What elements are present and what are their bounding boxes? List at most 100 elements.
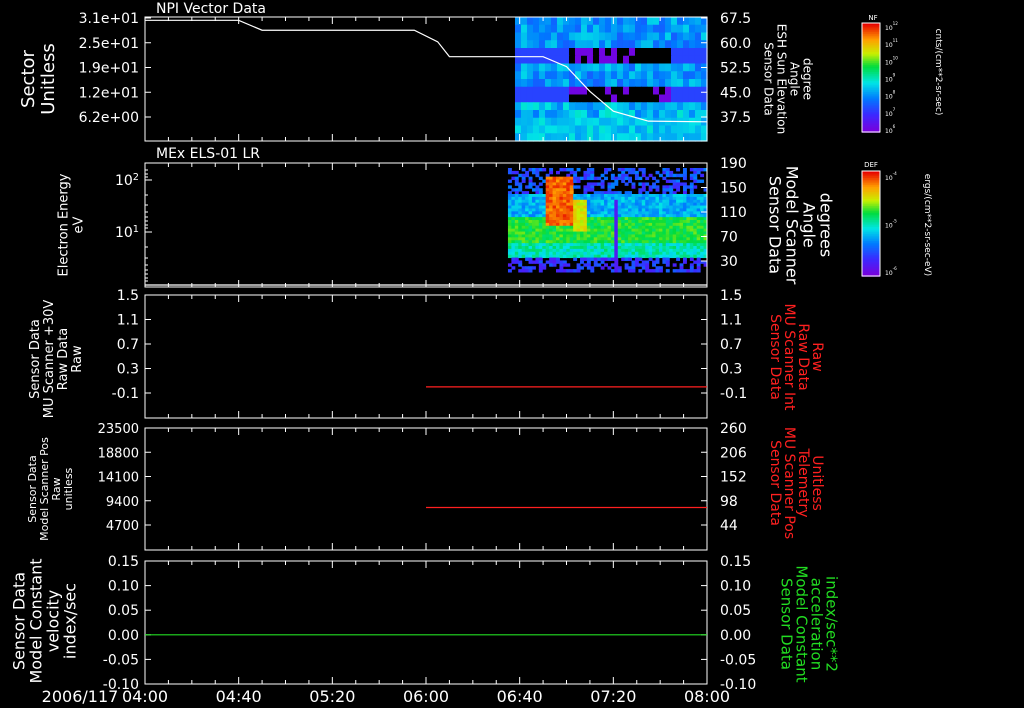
npi-cell bbox=[580, 17, 588, 26]
els-cell bbox=[538, 269, 543, 273]
els-cell bbox=[576, 248, 581, 253]
npi-cell bbox=[526, 17, 534, 26]
npi-cell bbox=[676, 86, 684, 96]
els-cell bbox=[576, 194, 581, 198]
els-cell bbox=[631, 205, 636, 209]
els-cell bbox=[593, 176, 598, 181]
els-cell bbox=[521, 202, 526, 207]
axis-label-line: MU Scanner Pos bbox=[781, 427, 797, 539]
els-cell bbox=[569, 243, 574, 247]
els-cell bbox=[525, 205, 530, 209]
els-cell bbox=[545, 220, 550, 224]
els-cell bbox=[535, 168, 540, 172]
els-cell bbox=[511, 225, 516, 230]
els-cell bbox=[542, 205, 547, 209]
els-cell bbox=[590, 248, 595, 253]
els-cell bbox=[655, 231, 660, 235]
els-cell bbox=[518, 220, 523, 224]
els-cell bbox=[525, 266, 530, 270]
npi-cell bbox=[538, 48, 546, 57]
mu-int-ytick-label: 1.1 bbox=[117, 313, 139, 329]
els-cell bbox=[600, 248, 605, 253]
npi-cell bbox=[580, 48, 588, 57]
els-cell bbox=[511, 202, 516, 207]
els-cell bbox=[597, 211, 602, 215]
els-cell bbox=[559, 234, 564, 238]
els-cell bbox=[542, 263, 547, 267]
els-cell bbox=[545, 217, 550, 221]
els-cell bbox=[628, 217, 633, 221]
els-cell bbox=[556, 199, 560, 204]
els-cell bbox=[590, 211, 595, 215]
els-cell bbox=[583, 196, 588, 201]
els-cell bbox=[521, 248, 526, 253]
els-cell bbox=[528, 194, 533, 198]
els-cell bbox=[597, 194, 602, 198]
els-cell bbox=[576, 222, 581, 227]
axis-label-line: Sensor Data bbox=[767, 314, 783, 400]
model-rtick-label: 0.00 bbox=[720, 628, 751, 644]
npi-cell bbox=[622, 94, 630, 103]
els-cell bbox=[655, 228, 660, 233]
els-cell bbox=[607, 182, 612, 186]
els-cell bbox=[658, 196, 663, 201]
npi-cell bbox=[610, 24, 618, 34]
els-cell bbox=[590, 176, 595, 181]
els-cell bbox=[580, 214, 584, 218]
npi-cell bbox=[610, 133, 618, 142]
els-cell bbox=[586, 176, 591, 181]
els-cell bbox=[552, 191, 557, 195]
els-cell bbox=[610, 225, 615, 230]
els-cell bbox=[593, 260, 598, 264]
els-cell bbox=[531, 220, 536, 224]
npi-cell bbox=[640, 63, 648, 72]
els-cell bbox=[593, 199, 598, 204]
els-cell bbox=[542, 246, 547, 250]
els-cell bbox=[682, 260, 687, 264]
els-cell bbox=[525, 251, 530, 256]
els-cell bbox=[549, 225, 554, 230]
els-cell bbox=[648, 188, 653, 192]
npi-cell bbox=[664, 102, 672, 111]
els-cell bbox=[604, 214, 608, 218]
els-cell bbox=[669, 173, 674, 178]
els-cell bbox=[696, 243, 701, 247]
els-cell bbox=[641, 211, 646, 215]
els-cell bbox=[641, 196, 646, 201]
els-cell bbox=[682, 196, 687, 201]
els-cell bbox=[648, 199, 653, 204]
els-cell bbox=[645, 220, 650, 224]
els-cell bbox=[514, 188, 519, 192]
els-cell bbox=[511, 251, 516, 256]
els-cell bbox=[518, 217, 523, 221]
els-cell bbox=[518, 222, 523, 227]
els-cell bbox=[559, 240, 564, 244]
els-cell bbox=[562, 231, 567, 235]
els-cell bbox=[621, 205, 626, 209]
els-cell bbox=[521, 240, 526, 244]
npi-cell bbox=[580, 94, 588, 103]
els-cell bbox=[580, 220, 584, 224]
els-cell bbox=[552, 220, 557, 224]
els-cell bbox=[689, 254, 694, 259]
els-cell bbox=[655, 222, 660, 227]
npi-colorbar-tick: 109 bbox=[885, 73, 896, 84]
els-cell bbox=[689, 185, 694, 189]
els-cell bbox=[545, 205, 550, 209]
els-cell bbox=[535, 240, 540, 244]
els-cell bbox=[686, 269, 691, 273]
els-cell bbox=[545, 208, 550, 212]
els-cell bbox=[528, 208, 533, 212]
npi-cell bbox=[526, 24, 534, 34]
npi-cell bbox=[688, 79, 696, 88]
els-cell bbox=[669, 179, 674, 183]
els-cell bbox=[641, 240, 646, 244]
npi-cell bbox=[586, 79, 594, 88]
npi-cell bbox=[622, 24, 630, 34]
npi-cell bbox=[526, 32, 534, 41]
els-cell bbox=[631, 170, 636, 175]
els-cell bbox=[686, 205, 691, 209]
els-cell bbox=[600, 222, 605, 227]
els-cell bbox=[549, 191, 554, 195]
els-cell bbox=[607, 214, 612, 218]
